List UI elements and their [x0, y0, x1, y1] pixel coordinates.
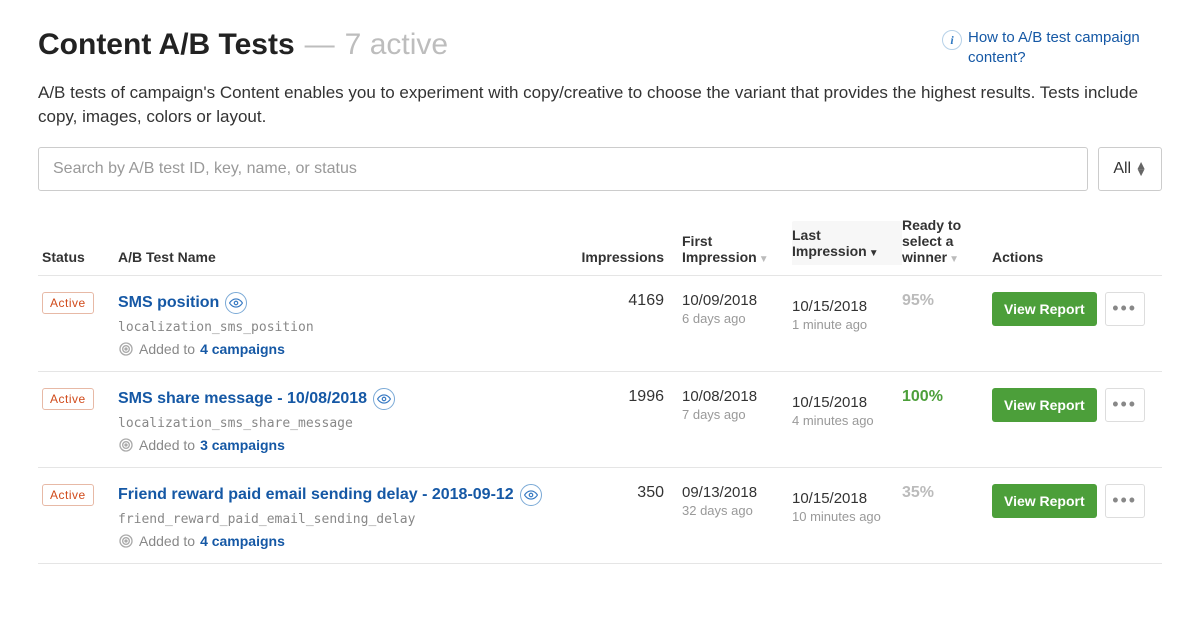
first-impression-date: 10/09/2018	[682, 292, 782, 309]
test-name-link[interactable]: Friend reward paid email sending delay -…	[118, 486, 514, 504]
table-row: Active Friend reward paid email sending …	[38, 468, 1162, 564]
target-icon	[118, 533, 134, 549]
eye-icon[interactable]	[373, 388, 395, 410]
view-report-button[interactable]: View Report	[992, 292, 1097, 326]
last-impression-relative: 10 minutes ago	[792, 509, 892, 524]
help-link[interactable]: How to A/B test campaign content?	[968, 28, 1162, 67]
filter-dropdown[interactable]: All ▲▼	[1098, 147, 1162, 191]
impressions-value: 350	[637, 484, 664, 501]
campaigns-link[interactable]: 3 campaigns	[200, 437, 285, 453]
impressions-value: 1996	[628, 388, 664, 405]
search-input[interactable]	[38, 147, 1088, 191]
added-to-label: Added to	[139, 341, 195, 357]
impressions-value: 4169	[628, 292, 664, 309]
more-actions-button[interactable]: •••	[1105, 292, 1145, 326]
tests-table: Status A/B Test Name Impressions First I…	[38, 209, 1162, 564]
target-icon	[118, 437, 134, 453]
test-name-link[interactable]: SMS share message - 10/08/2018	[118, 390, 367, 408]
col-impressions: Impressions	[572, 249, 682, 265]
sort-caret-icon: ▼	[759, 254, 769, 265]
status-badge: Active	[42, 292, 94, 314]
col-ready[interactable]: Ready to select a winner▼	[902, 217, 992, 265]
added-to-label: Added to	[139, 533, 195, 549]
view-report-button[interactable]: View Report	[992, 484, 1097, 518]
target-icon	[118, 341, 134, 357]
added-to-label: Added to	[139, 437, 195, 453]
last-impression-relative: 1 minute ago	[792, 317, 892, 332]
title-separator: —	[305, 28, 335, 62]
table-row: Active SMS position localization_sms_pos…	[38, 276, 1162, 372]
col-last-impression[interactable]: Last Impression▼	[792, 221, 902, 265]
table-header: Status A/B Test Name Impressions First I…	[38, 209, 1162, 276]
sort-caret-icon: ▼	[949, 254, 959, 265]
active-count: 7 active	[345, 28, 448, 62]
eye-icon[interactable]	[520, 484, 542, 506]
first-impression-relative: 7 days ago	[682, 407, 782, 422]
page-description: A/B tests of campaign's Content enables …	[38, 81, 1162, 129]
campaigns-link[interactable]: 4 campaigns	[200, 533, 285, 549]
info-icon: i	[942, 30, 962, 50]
test-key: friend_reward_paid_email_sending_delay	[118, 512, 562, 527]
page-title: Content A/B Tests — 7 active	[38, 28, 448, 62]
first-impression-relative: 32 days ago	[682, 503, 782, 518]
status-badge: Active	[42, 388, 94, 410]
more-actions-button[interactable]: •••	[1105, 484, 1145, 518]
col-first-impression[interactable]: First Impression▼	[682, 233, 792, 265]
view-report-button[interactable]: View Report	[992, 388, 1097, 422]
ready-percent: 95%	[902, 292, 934, 309]
col-name: A/B Test Name	[118, 249, 572, 265]
ready-percent: 100%	[902, 388, 943, 405]
ready-percent: 35%	[902, 484, 934, 501]
status-badge: Active	[42, 484, 94, 506]
last-impression-relative: 4 minutes ago	[792, 413, 892, 428]
first-impression-date: 10/08/2018	[682, 388, 782, 405]
last-impression-date: 10/15/2018	[792, 490, 892, 507]
first-impression-relative: 6 days ago	[682, 311, 782, 326]
title-main: Content A/B Tests	[38, 28, 295, 62]
filter-label: All	[1113, 160, 1131, 178]
more-actions-button[interactable]: •••	[1105, 388, 1145, 422]
chevron-sort-icon: ▲▼	[1135, 162, 1147, 175]
eye-icon[interactable]	[225, 292, 247, 314]
sort-caret-icon: ▼	[869, 248, 879, 259]
test-key: localization_sms_share_message	[118, 416, 562, 431]
last-impression-date: 10/15/2018	[792, 394, 892, 411]
first-impression-date: 09/13/2018	[682, 484, 782, 501]
col-status: Status	[38, 249, 118, 265]
campaigns-link[interactable]: 4 campaigns	[200, 341, 285, 357]
test-key: localization_sms_position	[118, 320, 562, 335]
last-impression-date: 10/15/2018	[792, 298, 892, 315]
table-row: Active SMS share message - 10/08/2018 lo…	[38, 372, 1162, 468]
col-actions: Actions	[992, 249, 1162, 265]
test-name-link[interactable]: SMS position	[118, 294, 219, 312]
